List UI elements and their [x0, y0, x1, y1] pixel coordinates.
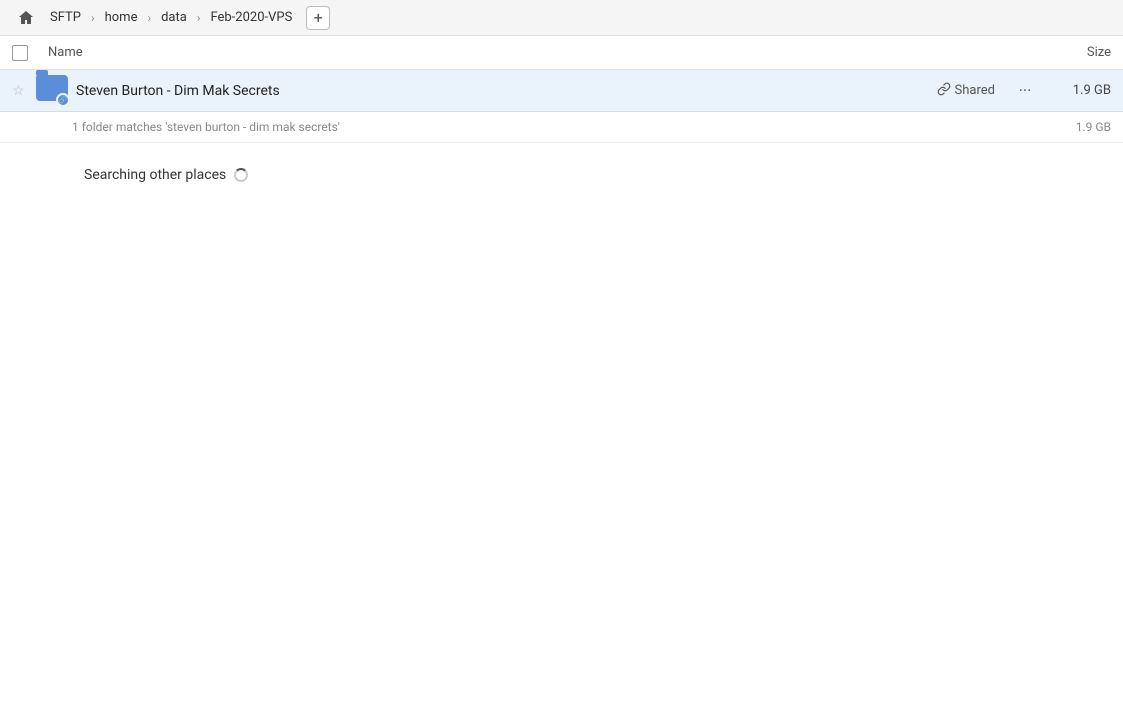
- breadcrumb-home[interactable]: home: [99, 8, 144, 27]
- folder-badge: 🔗: [56, 93, 70, 107]
- add-tab-button[interactable]: +: [306, 6, 330, 30]
- breadcrumb-bar: SFTP › home › data › Feb-2020-VPS +: [0, 0, 1123, 36]
- searching-spinner: [234, 168, 248, 182]
- breadcrumb-separator-1: ›: [91, 11, 95, 25]
- file-name: Steven Burton - Dim Mak Secrets: [76, 83, 937, 99]
- shared-badge: Shared: [937, 82, 995, 100]
- select-all-checkbox-col: [12, 45, 48, 61]
- more-options-button[interactable]: ···: [1011, 77, 1039, 105]
- home-icon[interactable]: [12, 4, 40, 32]
- link-badge-icon: 🔗: [59, 96, 68, 104]
- searching-section: Searching other places: [0, 143, 1123, 195]
- searching-label: Searching other places: [84, 167, 226, 183]
- match-info-row: 1 folder matches 'steven burton - dim ma…: [0, 112, 1123, 143]
- shared-link-icon: [937, 82, 951, 100]
- select-all-checkbox[interactable]: [12, 45, 28, 61]
- breadcrumb-sftp[interactable]: SFTP: [44, 8, 87, 27]
- file-size: 1.9 GB: [1051, 83, 1111, 98]
- breadcrumb-data[interactable]: data: [155, 8, 193, 27]
- size-column-header: Size: [1031, 45, 1111, 60]
- file-row[interactable]: ☆ 🔗 Steven Burton - Dim Mak Secrets Shar…: [0, 70, 1123, 112]
- star-icon[interactable]: ☆: [12, 83, 36, 99]
- match-info-text: 1 folder matches 'steven burton - dim ma…: [72, 120, 340, 134]
- breadcrumb-separator-3: ›: [197, 11, 201, 25]
- breadcrumb-separator-2: ›: [147, 11, 151, 25]
- shared-label: Shared: [955, 83, 995, 98]
- name-column-header: Name: [48, 45, 1031, 60]
- breadcrumb-feb2020vps[interactable]: Feb-2020-VPS: [204, 8, 298, 27]
- folder-icon-wrapper: 🔗: [36, 75, 68, 107]
- match-info-size: 1.9 GB: [1076, 120, 1111, 134]
- column-headers: Name Size: [0, 36, 1123, 70]
